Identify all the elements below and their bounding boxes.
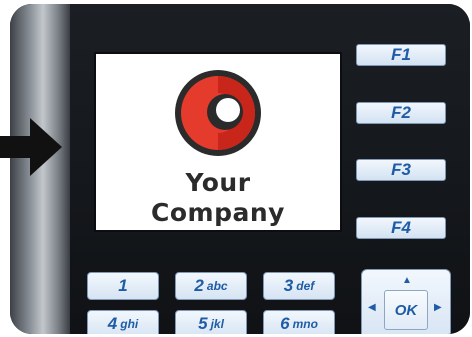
company-logo-icon <box>175 70 261 156</box>
f3-key[interactable]: F3 <box>356 159 446 181</box>
ok-button[interactable]: OK <box>384 290 428 330</box>
keypad-key-4[interactable]: 4 ghi <box>87 310 159 334</box>
key-digit: 4 <box>107 314 118 333</box>
arrow-right-icon <box>0 118 62 176</box>
keypad-key-1[interactable]: 1 <box>87 272 159 300</box>
key-letters: mno <box>292 317 318 331</box>
chevron-right-icon[interactable]: ▶ <box>434 303 442 313</box>
company-name-line1: Your <box>185 168 251 197</box>
key-digit: 6 <box>280 314 290 333</box>
key-letters: jkl <box>210 317 224 331</box>
key-letters: def <box>296 279 315 293</box>
keypad-key-6[interactable]: 6 mno <box>263 310 335 334</box>
f4-key[interactable]: F4 <box>356 217 446 239</box>
key-letters: ghi <box>120 317 139 331</box>
keypad-key-3[interactable]: 3 def <box>263 272 335 300</box>
navigation-pad[interactable]: ▲ ◀ ▶ OK <box>361 269 451 334</box>
time-clock-device: Your Company F1 F2 F3 F4 1 2 abc 3 def 4… <box>10 4 470 334</box>
key-digit: 2 <box>194 276 204 295</box>
f2-key[interactable]: F2 <box>356 102 446 124</box>
key-digit: 1 <box>118 276 128 295</box>
display-screen: Your Company <box>94 52 342 232</box>
f1-key[interactable]: F1 <box>356 44 446 66</box>
chevron-up-icon[interactable]: ▲ <box>402 276 412 286</box>
key-digit: 5 <box>198 314 208 333</box>
keypad-key-5[interactable]: 5 jkl <box>175 310 247 334</box>
keypad-key-2[interactable]: 2 abc <box>175 272 247 300</box>
chevron-left-icon[interactable]: ◀ <box>368 303 376 313</box>
key-letters: abc <box>206 279 228 293</box>
company-name-line2: Company <box>151 198 285 227</box>
key-digit: 3 <box>283 276 294 295</box>
